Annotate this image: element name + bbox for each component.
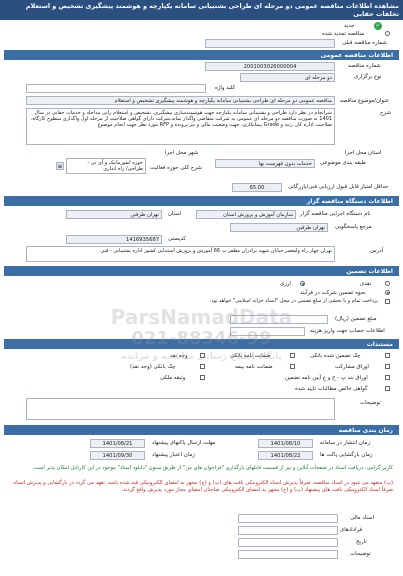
doc-check-5[interactable]: [200, 364, 205, 369]
org-province-label: استان: [168, 211, 182, 217]
doc-check-4[interactable]: [290, 364, 295, 369]
postal-label: کدپستی: [168, 236, 186, 242]
tender-title-field: مناقصه عمومی دو مرحله ای طراحی بشتیبانی …: [26, 96, 335, 105]
bottom-field-1: [238, 514, 338, 523]
doc-check-0[interactable]: [385, 353, 390, 358]
min-score-field: 65.00: [232, 183, 282, 192]
reference-label: مرجع پاسخگویی: [335, 224, 372, 230]
ceremony-field: دو مرحله ای: [240, 73, 335, 82]
doc-check-2[interactable]: [200, 353, 205, 358]
min-score-label: حداقل امتیاز قابل قبول ارزیابی فنی/بازرگ…: [288, 184, 389, 190]
prev-tender-label: شماره مناقصه قبلی: [342, 40, 387, 46]
amount-field: [230, 315, 328, 324]
description-label: شرح: [380, 110, 391, 116]
city-label: شهر محل اجرا: [165, 150, 199, 156]
renewal-label: مناقصه تجدید شده: [322, 31, 365, 37]
new-label: جدید: [344, 23, 355, 29]
send-label: مهلت ارسال پاکتهای پیشنهاد: [152, 440, 216, 446]
description-textarea: سرانجام در نظر دارد طراحی و پشتیبانی سام…: [26, 108, 335, 145]
section-guarantee: اطلاعات تضمین: [4, 266, 399, 276]
bottom-label-4: توضیحات: [350, 551, 371, 557]
org-name-field: سازمان آموزش و پرورش استان: [196, 210, 296, 219]
doc-label-0: چک تضمین شده بانکی: [310, 353, 361, 359]
guarantee-cash-radio[interactable]: [385, 281, 390, 286]
doc-label-3: اوراق مشارکت: [335, 364, 369, 370]
doc-check-3[interactable]: [385, 364, 390, 369]
electronic-signature-note: (ب) متعهد می شود در اسناد مناقصه، صرفاً …: [12, 480, 393, 493]
subcategory-value: خدمات بدون فهرست بها: [258, 161, 312, 167]
account-info-label: اطلاعات حساب جهت واریز هزینه: [310, 328, 385, 334]
tender-number-label: شماره مناقصه: [348, 63, 381, 69]
valid-field: 1401/09/30: [90, 451, 145, 460]
account-info-field: [230, 327, 305, 336]
reference-field: تهران طرقبن: [230, 223, 328, 232]
bottom-field-2: [238, 526, 338, 535]
open-label: زمان بازگشایی پاکت ها: [320, 452, 373, 458]
guarantee-bank-radio[interactable]: [300, 281, 305, 286]
address-label: آدرس: [370, 248, 384, 254]
section-tender-info: اطلاعات مناقصه عمومی: [4, 50, 399, 60]
valid-label: زمان اعتبار پیشنهاد: [152, 452, 195, 458]
keyword-label: کلید واژه: [215, 85, 236, 91]
bottom-label-1: اسناد مالی: [350, 515, 375, 521]
guarantee-type-label: نحوه تضمین شرکت در فرآیند: [300, 290, 366, 296]
bottom-label-2: فرادادهای: [340, 527, 363, 533]
doc-label-7: وثیقه ملکی: [160, 375, 186, 381]
province-label: استان محل اجرا: [345, 150, 382, 156]
keyword-field: [26, 84, 206, 93]
bottom-field-3: [238, 538, 338, 547]
doc-check-7[interactable]: [200, 375, 205, 380]
doc-check-8[interactable]: [385, 386, 390, 391]
category-label: شرح کلی حوزه فعالیت: [150, 165, 202, 171]
publish-field: 1401/08/10: [258, 439, 313, 448]
doc-other-label: توضیحات: [360, 400, 381, 406]
guarantee-bank-label: ارزی: [280, 281, 291, 287]
ceremony-label: نوع برگزاری: [354, 74, 382, 80]
section-organizer: اطلاعات دستگاه مناقصه گزار: [4, 196, 399, 206]
doc-label-6: اوراق بند پ - ج و ع آیین نامه تضمین: [285, 375, 368, 381]
category-field: حوزه انفورماتیک و آی تی - طراحی/ راه اند…: [66, 158, 146, 174]
prev-tender-field: [205, 39, 335, 48]
doc-label-5: چک بانکی (وجه نقد): [130, 364, 176, 370]
doc-label-8: گواهی خالص مطالبات تایید شده: [295, 386, 368, 392]
bottom-field-4: [238, 550, 338, 559]
section-documents: مستندات: [4, 339, 399, 349]
org-name-label: نام دستگاه اجرایی مناقصه گزار: [300, 211, 371, 217]
doc-other-textarea: [26, 398, 335, 420]
bottom-label-3: تاریخ: [356, 539, 367, 545]
doc-check-1[interactable]: [290, 353, 295, 358]
doc-check-6[interactable]: [385, 375, 390, 380]
download-note: کاربر گرامی، دریافت اسناد در صفحات آنلای…: [32, 465, 393, 471]
send-field: 1401/08/21: [90, 439, 145, 448]
org-province-field: تهران طرقبن: [66, 210, 162, 219]
subcategory-field: خدمات بدون فهرست بها: [215, 159, 315, 168]
doc-label-1: ضمانت نامه بانکی: [230, 353, 271, 359]
amount-label: مبلغ تضمین (ریال): [335, 316, 377, 322]
category-list-icon[interactable]: ≡: [56, 162, 64, 170]
new-check-icon: ✓: [374, 22, 382, 30]
page-header: مشاهده اطلاعات مناقصه عمومی دو مرحله ای …: [0, 0, 403, 20]
deposit-note: پرداخت تمام و یا بخشی از مبلغ تضمین در م…: [160, 297, 380, 312]
deposit-checkbox[interactable]: [385, 299, 390, 304]
tender-title-label: عنوان/موضوع مناقصه: [340, 98, 390, 104]
category-value: حوزه انفورماتیک و آی تی - طراحی/ راه اند…: [87, 160, 143, 173]
open-field: 1401/08/22: [258, 451, 313, 460]
guarantee-cash-label: نقدی: [360, 281, 372, 287]
guarantee-type-radio[interactable]: [385, 290, 390, 295]
address-textarea: تهران چهار راه ولیعصر خیابان شهید برادرا…: [26, 246, 335, 262]
doc-label-4: ضمانت نامه بیمه: [235, 364, 273, 370]
section-timing: زمان بندی مناقصه: [4, 425, 399, 435]
postal-field: 1416935687: [66, 235, 162, 244]
doc-label-2: وجه نقد: [170, 353, 188, 359]
tender-number-field: 2001003026000004: [205, 62, 335, 71]
publish-label: زمان انتشار در سامانه: [320, 440, 370, 446]
subcategory-label: طبقه بندی موضوعی: [320, 160, 366, 166]
renewal-radio[interactable]: [385, 31, 390, 36]
